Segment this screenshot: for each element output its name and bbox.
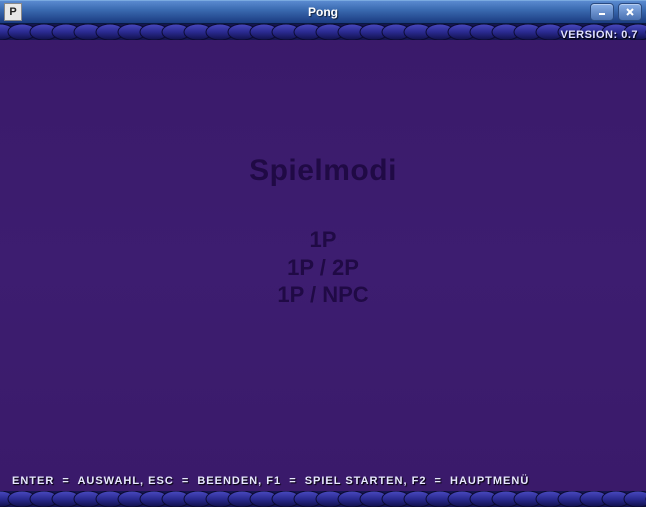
menu-option-1p-2p[interactable]: 1P / 2P	[0, 254, 646, 282]
menu-options: 1P 1P / 2P 1P / NPC	[0, 226, 646, 309]
sep-icon: =	[435, 475, 442, 487]
app-window: P Pong	[0, 0, 646, 507]
hint-f2-action: HAUPTMENÜ	[450, 475, 529, 487]
pair-sep-icon: ,	[140, 475, 144, 487]
pair-sep-icon: ,	[258, 475, 262, 487]
sep-icon: =	[289, 475, 296, 487]
hint-f2-key: F2	[412, 475, 427, 487]
sep-icon: =	[182, 475, 189, 487]
hint-f1-key: F1	[266, 475, 281, 487]
hint-enter-key: ENTER	[12, 475, 54, 487]
hint-esc-action: BEENDEN	[197, 475, 258, 487]
minimize-button[interactable]	[590, 3, 614, 21]
pair-sep-icon: ,	[403, 475, 407, 487]
hint-f1-action: SPIEL STARTEN	[305, 475, 404, 487]
window-title: Pong	[0, 5, 646, 19]
decorative-border-top	[0, 24, 646, 40]
menu-option-1p-npc[interactable]: 1P / NPC	[0, 281, 646, 309]
hint-esc-key: ESC	[148, 475, 174, 487]
close-button[interactable]	[618, 3, 642, 21]
menu-title: Spielmodi	[0, 154, 646, 188]
titlebar[interactable]: P Pong	[0, 0, 646, 24]
game-area: VERSION: 0.7 Spielmodi 1P 1P / 2P 1P / N…	[0, 24, 646, 507]
menu-option-1p[interactable]: 1P	[0, 226, 646, 254]
version-label: VERSION: 0.7	[560, 29, 638, 41]
sep-icon: =	[62, 475, 69, 487]
decorative-border-bottom	[0, 491, 646, 507]
window-controls	[590, 3, 642, 21]
app-icon: P	[4, 3, 22, 21]
hint-enter-action: AUSWAHL	[77, 475, 140, 487]
game-mode-menu: Spielmodi 1P 1P / 2P 1P / NPC	[0, 154, 646, 309]
key-hints: ENTER = AUSWAHL, ESC = BEENDEN, F1 = SPI…	[12, 475, 529, 487]
